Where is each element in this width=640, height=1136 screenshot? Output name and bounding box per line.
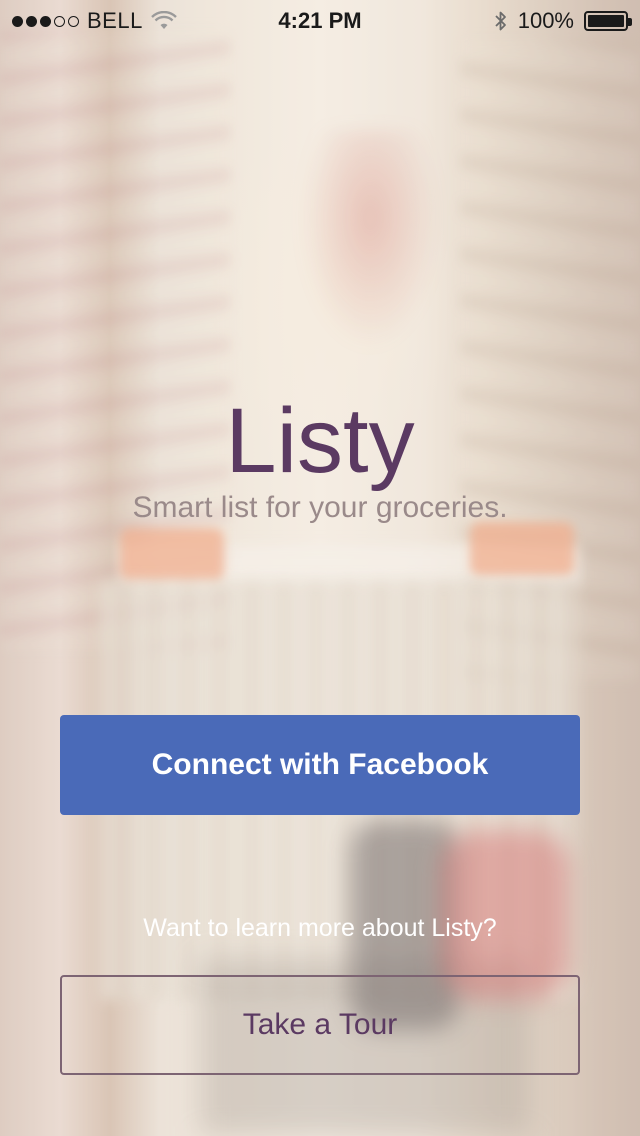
connect-facebook-button[interactable]: Connect with Facebook (60, 715, 580, 815)
app-tagline: Smart list for your groceries. (132, 491, 508, 524)
background-image (0, 0, 640, 1136)
learn-more-text: Want to learn more about Listy? (143, 914, 497, 942)
battery-icon (584, 11, 632, 31)
take-tour-button[interactable]: Take a Tour (60, 975, 580, 1075)
welcome-screen: BELL 4:21 PM 100% Listy Smart list for y… (0, 0, 640, 1136)
status-bar: BELL 4:21 PM 100% (0, 0, 640, 40)
bluetooth-icon (495, 11, 506, 31)
app-title: Listy (225, 390, 415, 492)
battery-percentage: 100% (517, 8, 574, 33)
